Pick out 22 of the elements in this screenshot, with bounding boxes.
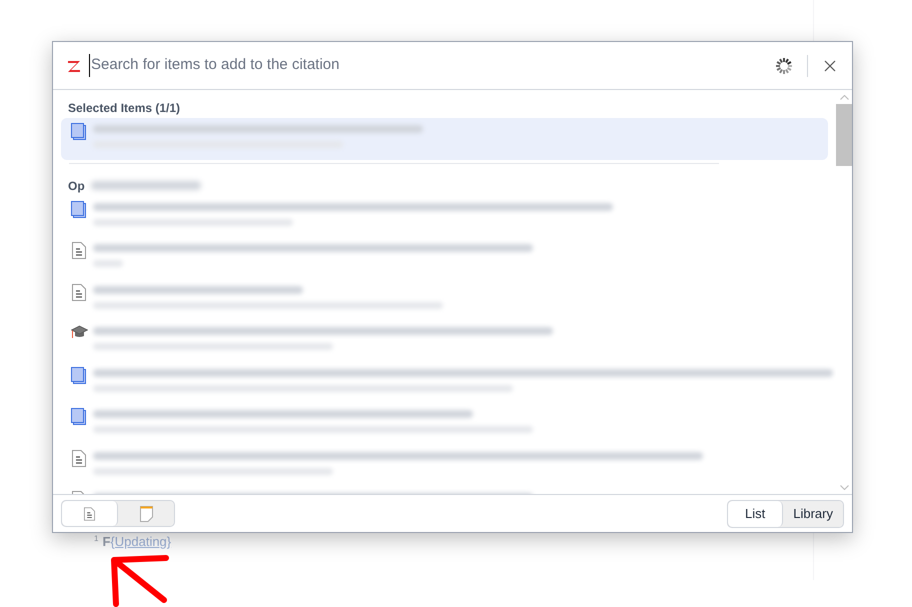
document-icon (72, 450, 86, 466)
view-button[interactable]: List (728, 500, 784, 526)
book-icon (71, 408, 87, 425)
document-icon (72, 284, 86, 300)
graduation-cap-icon (70, 325, 88, 339)
close-button[interactable] (824, 60, 836, 72)
search-field[interactable]: Search for items to add to the citation (89, 54, 775, 77)
note-icon (140, 506, 152, 522)
scrollbar-thumb[interactable] (836, 104, 852, 166)
citation-item[interactable] (61, 118, 828, 160)
book-icon (71, 123, 87, 140)
footnote-number: 1 (94, 533, 98, 545)
z-logo-icon (67, 58, 81, 72)
section-heading: Op (68, 178, 85, 194)
document-icon (84, 506, 95, 520)
mode-tab[interactable] (62, 501, 118, 526)
book-icon (71, 366, 87, 384)
footnote-text: F (102, 533, 110, 551)
loading-spinner-icon (775, 56, 793, 74)
document-icon (72, 242, 86, 259)
section-heading: Selected Items (1/1) (68, 100, 180, 117)
book-icon (71, 200, 87, 218)
